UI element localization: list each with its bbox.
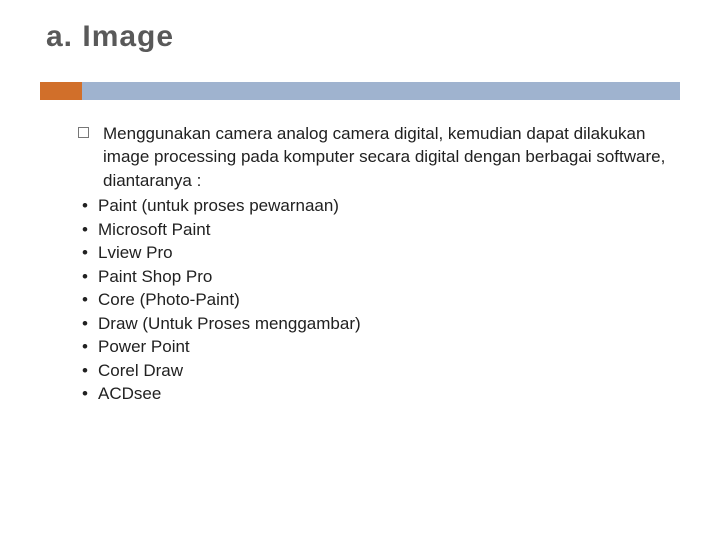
bullet-dot-icon: • (80, 382, 90, 405)
list-item: • Paint Shop Pro (78, 265, 680, 288)
list-item: • Paint (untuk proses pewarnaan) (78, 194, 680, 217)
bullet-dot-icon: • (80, 288, 90, 311)
intro-text: Menggunakan camera analog camera digital… (103, 122, 680, 192)
bullet-dot-icon: • (80, 265, 90, 288)
bullet-dot-icon: • (80, 241, 90, 264)
list-item-label: Core (Photo-Paint) (98, 288, 240, 311)
bullet-dot-icon: • (80, 312, 90, 335)
list-item: • ACDsee (78, 382, 680, 405)
list-item: • Power Point (78, 335, 680, 358)
list-item-label: Lview Pro (98, 241, 173, 264)
list-item: • Lview Pro (78, 241, 680, 264)
bullet-dot-icon: • (80, 218, 90, 241)
list-item: • Microsoft Paint (78, 218, 680, 241)
list-item-label: Paint (untuk proses pewarnaan) (98, 194, 339, 217)
list-item-label: Microsoft Paint (98, 218, 210, 241)
slide: a. Image Menggunakan camera analog camer… (0, 0, 720, 540)
divider (40, 82, 680, 100)
bullet-dot-icon: • (80, 194, 90, 217)
accent-block (40, 82, 82, 100)
content-area: Menggunakan camera analog camera digital… (40, 122, 680, 405)
bullet-dot-icon: • (80, 359, 90, 382)
list-item-label: Draw (Untuk Proses menggambar) (98, 312, 361, 335)
intro-row: Menggunakan camera analog camera digital… (78, 122, 680, 192)
page-title: a. Image (46, 20, 680, 54)
list-item-label: Power Point (98, 335, 190, 358)
list-item-label: Paint Shop Pro (98, 265, 212, 288)
square-bullet-icon (78, 127, 89, 138)
list-item: • Core (Photo-Paint) (78, 288, 680, 311)
list-item-label: Corel Draw (98, 359, 183, 382)
list-item-label: ACDsee (98, 382, 161, 405)
bullet-dot-icon: • (80, 335, 90, 358)
list-item: • Corel Draw (78, 359, 680, 382)
list-item: • Draw (Untuk Proses menggambar) (78, 312, 680, 335)
divider-bar (82, 82, 680, 100)
